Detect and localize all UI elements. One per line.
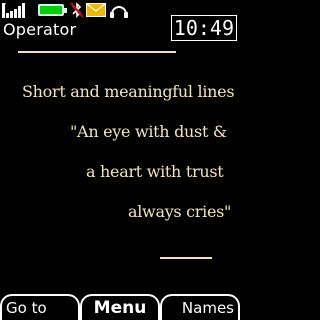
- quote-top-rule: [18, 51, 176, 53]
- quote-line-2: "An eye with dust &: [70, 122, 227, 141]
- quote-bottom-rule: [160, 257, 212, 259]
- quote-line-1: Short and meaningful lines: [22, 82, 235, 101]
- quote-line-4: always cries": [128, 202, 232, 221]
- headset-icon: [110, 6, 128, 18]
- names-softkey[interactable]: Names: [160, 294, 240, 320]
- menu-softkey[interactable]: Menu: [80, 294, 160, 320]
- clock: 10:49: [170, 15, 237, 41]
- operator-name: Operator: [3, 20, 77, 39]
- softkey-bar: Go to Menu Names: [0, 294, 240, 320]
- bluetooth-off-icon: [70, 2, 84, 18]
- message-icon: [86, 3, 106, 17]
- signal-icon: [2, 3, 25, 18]
- battery-icon: [38, 4, 67, 16]
- quote-line-3: a heart with trust: [86, 162, 224, 181]
- go-to-softkey[interactable]: Go to: [0, 294, 80, 320]
